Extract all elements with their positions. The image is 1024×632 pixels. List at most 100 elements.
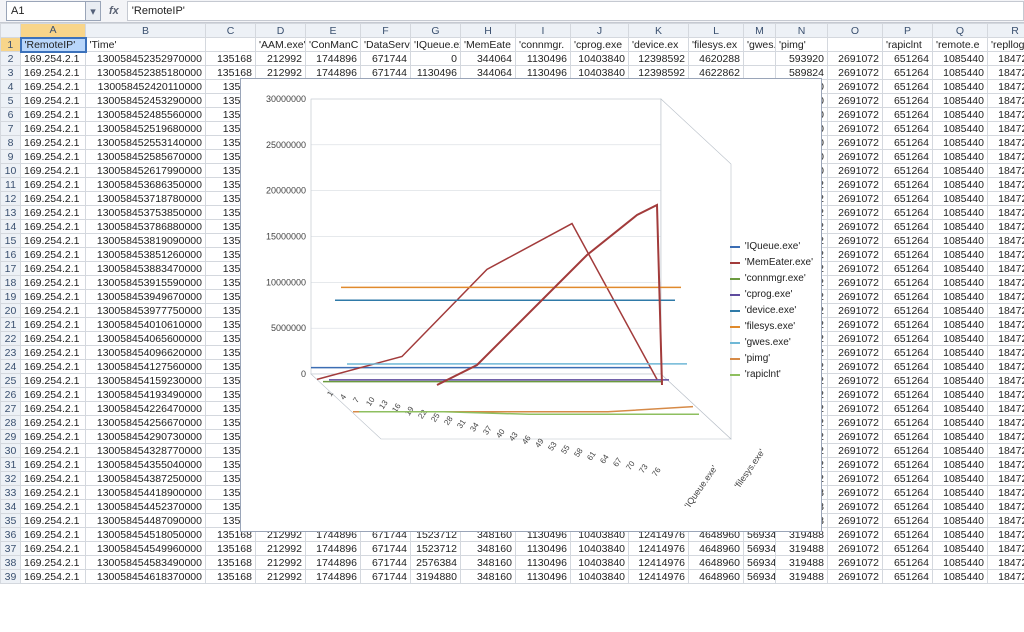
cell[interactable]: 130058453819090000: [86, 234, 206, 248]
cell[interactable]: 2576384: [411, 556, 461, 570]
cell[interactable]: 1085440: [933, 374, 988, 388]
cell[interactable]: 1744896: [306, 542, 361, 556]
cell[interactable]: 169.254.2.1: [21, 52, 86, 66]
cell[interactable]: 1085440: [933, 304, 988, 318]
cell[interactable]: 1847296: [988, 472, 1024, 486]
cell[interactable]: 1847296: [988, 458, 1024, 472]
cell[interactable]: 1130496: [516, 52, 571, 66]
cell[interactable]: 130058452352970000: [86, 52, 206, 66]
cell[interactable]: 130058452453290000: [86, 94, 206, 108]
cell[interactable]: 169.254.2.1: [21, 304, 86, 318]
cell[interactable]: 1847296: [988, 556, 1024, 570]
cell[interactable]: 651264: [883, 66, 933, 80]
cell[interactable]: 169.254.2.1: [21, 122, 86, 136]
cell[interactable]: 2691072: [828, 444, 883, 458]
cell[interactable]: 2691072: [828, 164, 883, 178]
cell[interactable]: 1085440: [933, 416, 988, 430]
cell[interactable]: 1085440: [933, 472, 988, 486]
cell[interactable]: 169.254.2.1: [21, 542, 86, 556]
cell[interactable]: 651264: [883, 346, 933, 360]
cell[interactable]: 651264: [883, 150, 933, 164]
cell[interactable]: 2691072: [828, 318, 883, 332]
cell[interactable]: 2691072: [828, 262, 883, 276]
cell[interactable]: 169.254.2.1: [21, 220, 86, 234]
cell[interactable]: 169.254.2.1: [21, 108, 86, 122]
cell[interactable]: 169.254.2.1: [21, 402, 86, 416]
cell[interactable]: 1847296: [988, 150, 1024, 164]
select-all[interactable]: [1, 24, 21, 38]
col-header-M[interactable]: M: [744, 24, 776, 38]
cell[interactable]: 651264: [883, 444, 933, 458]
cell[interactable]: 130058454328770000: [86, 444, 206, 458]
cell[interactable]: 169.254.2.1: [21, 458, 86, 472]
cell[interactable]: 130058453949670000: [86, 290, 206, 304]
cell[interactable]: 'connmgr.: [516, 38, 571, 52]
cell[interactable]: 1085440: [933, 290, 988, 304]
cell[interactable]: 1085440: [933, 486, 988, 500]
cell[interactable]: 130058452519680000: [86, 122, 206, 136]
cell[interactable]: 651264: [883, 430, 933, 444]
row-header-24[interactable]: 24: [1, 360, 21, 374]
cell[interactable]: 'RemoteIP': [21, 38, 86, 52]
cell[interactable]: 1847296: [988, 262, 1024, 276]
cell[interactable]: 2691072: [828, 290, 883, 304]
cell[interactable]: [206, 38, 256, 52]
cell[interactable]: 'cprog.exe: [571, 38, 629, 52]
cell[interactable]: 1847296: [988, 192, 1024, 206]
cell[interactable]: 0: [411, 52, 461, 66]
cell[interactable]: 'rapiclnt: [883, 38, 933, 52]
col-header-D[interactable]: D: [256, 24, 306, 38]
cell[interactable]: 1847296: [988, 500, 1024, 514]
name-box-dropdown[interactable]: ▾: [86, 1, 101, 21]
row-header-11[interactable]: 11: [1, 178, 21, 192]
cell[interactable]: 135168: [206, 542, 256, 556]
cell[interactable]: 135168: [206, 570, 256, 584]
cell[interactable]: 1130496: [516, 556, 571, 570]
cell[interactable]: 169.254.2.1: [21, 486, 86, 500]
cell[interactable]: 130058453718780000: [86, 192, 206, 206]
cell[interactable]: 169.254.2.1: [21, 136, 86, 150]
cell[interactable]: 12414976: [629, 556, 689, 570]
cell[interactable]: 1085440: [933, 164, 988, 178]
col-header-C[interactable]: C: [206, 24, 256, 38]
cell[interactable]: 'gwes.exe: [744, 38, 776, 52]
cell[interactable]: 169.254.2.1: [21, 234, 86, 248]
cell[interactable]: 1847296: [988, 374, 1024, 388]
cell[interactable]: 651264: [883, 164, 933, 178]
cell[interactable]: 10403840: [571, 570, 629, 584]
row-header-2[interactable]: 2: [1, 52, 21, 66]
cell[interactable]: 651264: [883, 192, 933, 206]
cell[interactable]: 12398592: [629, 52, 689, 66]
cell[interactable]: 651264: [883, 262, 933, 276]
cell[interactable]: 1130496: [516, 570, 571, 584]
cell[interactable]: 130058454549960000: [86, 542, 206, 556]
cell[interactable]: 169.254.2.1: [21, 276, 86, 290]
cell[interactable]: 1085440: [933, 444, 988, 458]
cell[interactable]: 651264: [883, 276, 933, 290]
row-header-9[interactable]: 9: [1, 150, 21, 164]
cell[interactable]: 2691072: [828, 374, 883, 388]
cell[interactable]: 671744: [361, 570, 411, 584]
cell[interactable]: 130058454096620000: [86, 346, 206, 360]
cell[interactable]: 2691072: [828, 416, 883, 430]
cell[interactable]: 1847296: [988, 66, 1024, 80]
cell[interactable]: 2691072: [828, 220, 883, 234]
cell[interactable]: 1847296: [988, 80, 1024, 94]
row-header-20[interactable]: 20: [1, 304, 21, 318]
cell[interactable]: 1085440: [933, 66, 988, 80]
cell[interactable]: 1847296: [988, 108, 1024, 122]
cell[interactable]: 651264: [883, 248, 933, 262]
row-header-21[interactable]: 21: [1, 318, 21, 332]
row-header-23[interactable]: 23: [1, 346, 21, 360]
cell[interactable]: 130058454387250000: [86, 472, 206, 486]
col-header-J[interactable]: J: [571, 24, 629, 38]
row-header-35[interactable]: 35: [1, 514, 21, 528]
cell[interactable]: 212992: [256, 570, 306, 584]
cell[interactable]: 2691072: [828, 472, 883, 486]
row-header-28[interactable]: 28: [1, 416, 21, 430]
cell[interactable]: 569344: [744, 542, 776, 556]
cell[interactable]: 4648960: [689, 542, 744, 556]
cell[interactable]: [828, 38, 883, 52]
cell[interactable]: 169.254.2.1: [21, 262, 86, 276]
cell[interactable]: 1744896: [306, 556, 361, 570]
